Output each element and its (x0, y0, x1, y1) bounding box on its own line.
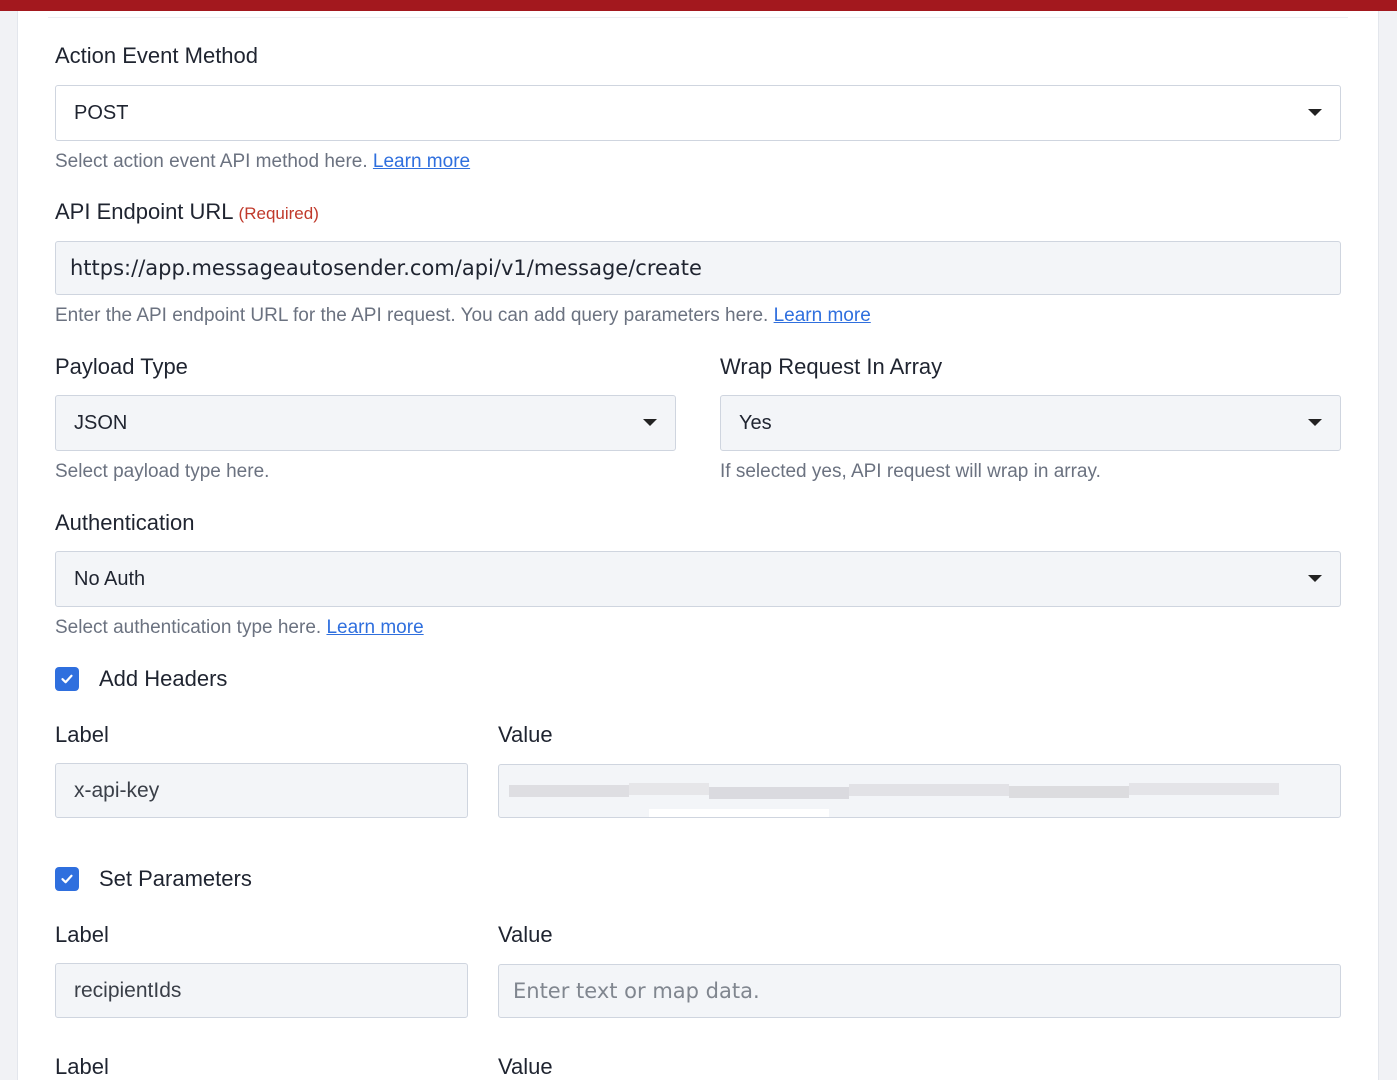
parameter-value-input[interactable] (498, 964, 1341, 1018)
wrap-request-value: Yes (739, 411, 772, 434)
authentication-select[interactable]: No Auth (55, 551, 1341, 607)
endpoint-label-text: API Endpoint URL (55, 199, 234, 224)
add-headers-label: Add Headers (99, 666, 228, 691)
endpoint-help: Enter the API endpoint URL for the API r… (55, 305, 871, 327)
method-select[interactable]: POST (55, 85, 1341, 141)
method-learn-more-link[interactable]: Learn more (373, 151, 470, 172)
method-help-text: Select action event API method here. (55, 151, 368, 172)
payload-type-value: JSON (74, 411, 128, 434)
chevron-down-icon (1308, 575, 1322, 582)
wrap-request-help: If selected yes, API request will wrap i… (720, 461, 1101, 482)
wrap-request-select[interactable]: Yes (720, 395, 1341, 451)
parameter-value-heading-2: Value (498, 1054, 553, 1079)
header-label-heading: Label (55, 722, 109, 747)
parameter-label-heading-2: Label (55, 1054, 109, 1079)
top-accent-bar (0, 0, 1397, 11)
header-label-input[interactable] (55, 763, 468, 818)
add-headers-checkbox[interactable] (55, 667, 79, 691)
authentication-help-text: Select authentication type here. (55, 617, 322, 638)
authentication-help: Select authentication type here. Learn m… (55, 617, 424, 639)
endpoint-url-input[interactable] (55, 241, 1341, 295)
method-help: Select action event API method here. Lea… (55, 151, 470, 173)
endpoint-label: API Endpoint URL (Required) (55, 199, 319, 225)
required-badge: (Required) (238, 204, 319, 223)
header-value-input[interactable] (498, 764, 1341, 818)
endpoint-help-text: Enter the API endpoint URL for the API r… (55, 305, 769, 326)
set-parameters-label: Set Parameters (99, 866, 252, 891)
payload-type-select[interactable]: JSON (55, 395, 676, 451)
parameter-value-heading: Value (498, 922, 553, 947)
set-parameters-checkbox[interactable] (55, 867, 79, 891)
method-select-value: POST (74, 101, 129, 124)
parameter-label-input[interactable] (55, 963, 468, 1018)
endpoint-learn-more-link[interactable]: Learn more (774, 305, 871, 326)
parameter-label-heading: Label (55, 922, 109, 947)
payload-type-label: Payload Type (55, 354, 188, 379)
authentication-label: Authentication (55, 510, 195, 535)
check-icon (61, 874, 73, 884)
header-value-heading: Value (498, 722, 553, 747)
payload-type-help: Select payload type here. (55, 461, 270, 482)
wrap-request-label: Wrap Request In Array (720, 354, 943, 379)
authentication-value: No Auth (74, 567, 146, 590)
chevron-down-icon (643, 419, 657, 426)
action-settings-panel: Action Event Method POST Select action e… (17, 11, 1379, 1080)
panel-divider (48, 17, 1348, 18)
chevron-down-icon (1308, 109, 1322, 116)
check-icon (61, 674, 73, 684)
chevron-down-icon (1308, 419, 1322, 426)
method-label: Action Event Method (55, 43, 259, 68)
authentication-learn-more-link[interactable]: Learn more (326, 617, 423, 638)
